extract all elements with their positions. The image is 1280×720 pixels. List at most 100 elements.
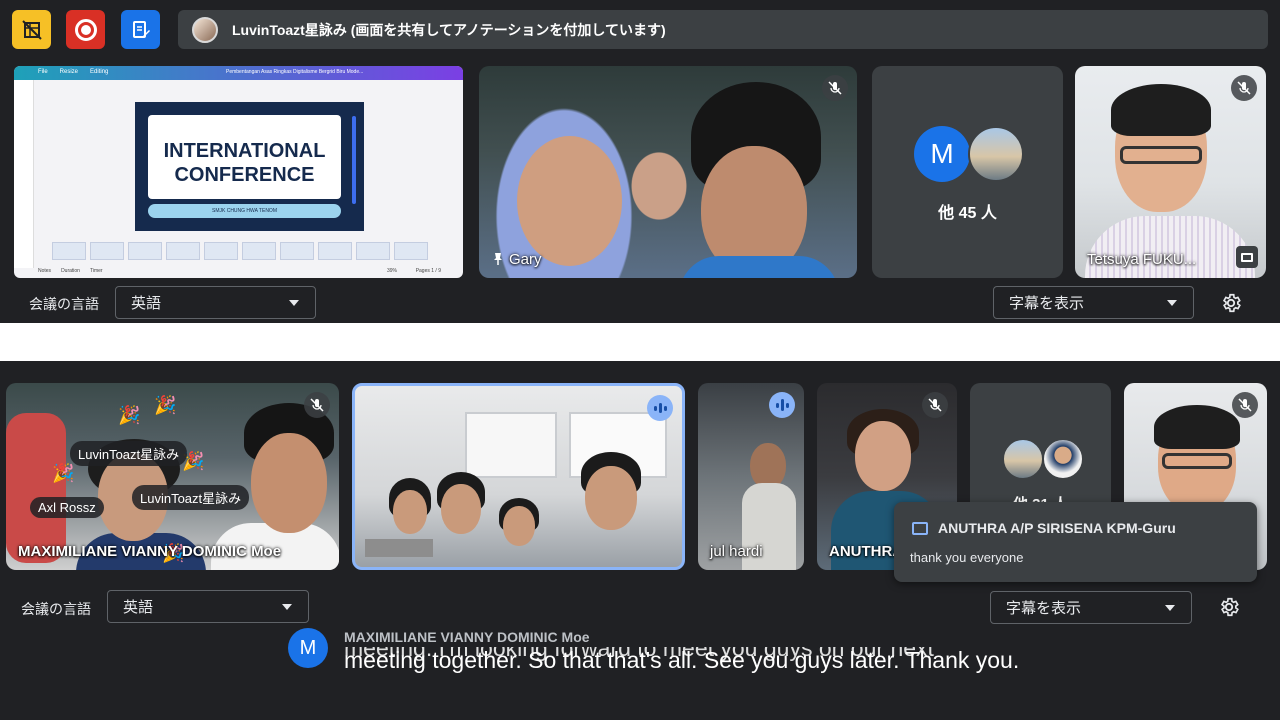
meeting-language-select[interactable]: 英語 <box>115 286 316 319</box>
thumbnail[interactable] <box>356 242 390 260</box>
participant-name: Tetsuya FUKU... <box>1087 251 1197 268</box>
chevron-down-icon <box>1167 300 1177 306</box>
video-feed <box>6 413 66 563</box>
video-feed <box>251 433 327 533</box>
canva-sidebar <box>14 80 34 268</box>
picture-in-picture-icon[interactable] <box>1236 246 1258 268</box>
captions-select-value: 字幕を表示 <box>1006 600 1082 617</box>
other-participants-tile[interactable]: M 他 45 人 <box>872 66 1063 278</box>
captions-select[interactable]: 字幕を表示 <box>993 286 1194 319</box>
thumbnail[interactable] <box>242 242 276 260</box>
meeting-language-value: 英語 <box>123 599 154 616</box>
chat-message: thank you everyone <box>910 550 1024 565</box>
thumbnail[interactable] <box>280 242 314 260</box>
slide-title: INTERNATIONAL CONFERENCE <box>148 139 341 187</box>
record-button[interactable] <box>66 10 105 49</box>
caption-speaker-name: MAXIMILIANE VIANNY DOMINIC Moe <box>344 629 590 645</box>
others-count: 他 45 人 <box>938 205 997 222</box>
party-popper-icon: 🎉 <box>154 395 177 415</box>
video-feed <box>679 256 839 278</box>
caption-text: meeting together. So that that's all. Se… <box>344 647 1020 673</box>
thumbnail[interactable] <box>90 242 124 260</box>
thumbnail[interactable] <box>52 242 86 260</box>
video-feed <box>855 421 911 491</box>
reaction-name-chip: Axl Rossz <box>30 497 104 518</box>
thumbnail[interactable] <box>204 242 238 260</box>
thumbnail[interactable] <box>166 242 200 260</box>
duration-toggle[interactable]: Duration <box>61 268 80 274</box>
mic-off-icon <box>1232 392 1258 418</box>
presenter-avatar <box>192 16 218 43</box>
notes-toggle[interactable]: Notes <box>38 268 51 274</box>
captions-select[interactable]: 字幕を表示 <box>990 591 1192 624</box>
timer-toggle[interactable]: Timer <box>90 268 103 274</box>
mic-off-icon <box>922 392 948 418</box>
participant-name: ANUTHRA <box>829 543 904 560</box>
thumbnail[interactable] <box>318 242 352 260</box>
speaking-indicator-icon <box>769 392 795 418</box>
meeting-language-select[interactable]: 英語 <box>107 590 309 623</box>
speaking-indicator-icon <box>647 395 673 421</box>
participant-tile-gary[interactable]: Gary <box>479 66 857 278</box>
avatar <box>1002 438 1044 480</box>
video-feed <box>1162 453 1232 469</box>
slide-title-line1: INTERNATIONAL <box>163 140 326 162</box>
pages-indicator[interactable]: Pages 1 / 9 <box>416 268 441 274</box>
participant-tile-maximiliane[interactable]: 🎉 🎉 🎉 🎉 🎉 LuvinToazt星詠み LuvinToazt星詠み Ax… <box>6 383 339 570</box>
meet-window-bottom: 🎉 🎉 🎉 🎉 🎉 LuvinToazt星詠み LuvinToazt星詠み Ax… <box>0 361 1280 720</box>
zoom-level[interactable]: 39% <box>387 268 397 274</box>
screen-share-banner: LuvinToazt星詠み (画面を共有してアノテーションを付加しています) <box>178 10 1268 49</box>
video-feed <box>585 466 637 530</box>
chevron-down-icon <box>1165 605 1175 611</box>
video-feed <box>1085 216 1255 278</box>
add-page-thumbnail[interactable] <box>394 242 428 260</box>
meeting-language-value: 英語 <box>131 295 162 312</box>
slide-accent-bar <box>352 116 356 204</box>
notes-button[interactable] <box>121 10 160 49</box>
avatar: M <box>914 126 970 182</box>
chevron-down-icon <box>282 604 292 610</box>
redacted-name <box>365 539 433 557</box>
edit-document-icon <box>132 20 150 38</box>
meet-window-top: LuvinToazt星詠み (画面を共有してアノテーションを付加しています) F… <box>0 0 1280 323</box>
meeting-language-label: 会議の言語 <box>29 296 99 312</box>
menu-file[interactable]: File <box>38 69 48 75</box>
reaction-name-chip: LuvinToazt星詠み <box>132 485 250 510</box>
slide-title-card: INTERNATIONAL CONFERENCE <box>148 115 341 199</box>
participant-tile-tetsuya[interactable]: Tetsuya FUKU... <box>1075 66 1266 278</box>
crossed-grid-icon <box>21 19 42 40</box>
record-icon <box>74 18 97 41</box>
chat-notification[interactable]: ANUTHRA A/P SIRISENA KPM-Guru thank you … <box>894 502 1257 582</box>
video-feed <box>1111 84 1211 136</box>
chat-sender: ANUTHRA A/P SIRISENA KPM-Guru <box>938 520 1176 536</box>
menu-resize[interactable]: Resize <box>60 69 78 75</box>
canva-footer: Notes Duration Timer <box>38 268 103 274</box>
video-feed <box>503 506 535 546</box>
shared-screen-tile[interactable]: File Resize Editing Pembentangan Asas Ri… <box>14 66 463 278</box>
mic-off-icon <box>1231 75 1257 101</box>
video-feed <box>465 412 557 478</box>
canva-toolbar: File Resize Editing Pembentangan Asas Ri… <box>14 66 463 80</box>
gear-icon[interactable] <box>1219 291 1243 315</box>
slide-search-bar: SMJK CHUNG HWA TENOM <box>148 204 341 218</box>
participant-name: Gary <box>491 251 542 268</box>
gear-icon[interactable] <box>1217 595 1241 619</box>
document-title: Pembentangan Asas Ringkas Digitalisme Be… <box>226 69 364 75</box>
captions-select-value: 字幕を表示 <box>1009 295 1085 312</box>
participant-tile-jul-hardi[interactable]: jul hardi <box>698 383 804 570</box>
video-feed <box>517 136 622 266</box>
chat-icon <box>912 522 928 535</box>
pin-icon <box>494 253 502 265</box>
avatar <box>1042 438 1084 480</box>
meeting-language-label: 会議の言語 <box>21 601 91 617</box>
participant-tile-active-speaker[interactable] <box>352 383 685 570</box>
party-popper-icon: 🎉 <box>118 405 141 425</box>
annotation-toggle-button[interactable] <box>12 10 51 49</box>
share-banner-text: LuvinToazt星詠み (画面を共有してアノテーションを付加しています) <box>232 21 666 38</box>
participant-name-text: Gary <box>509 251 542 268</box>
slide-title-line2: CONFERENCE <box>174 164 315 186</box>
menu-editing[interactable]: Editing <box>90 69 108 75</box>
thumbnail[interactable] <box>128 242 162 260</box>
slide-thumbnails[interactable] <box>52 242 452 260</box>
pages-count: 1 / 9 <box>431 268 441 274</box>
